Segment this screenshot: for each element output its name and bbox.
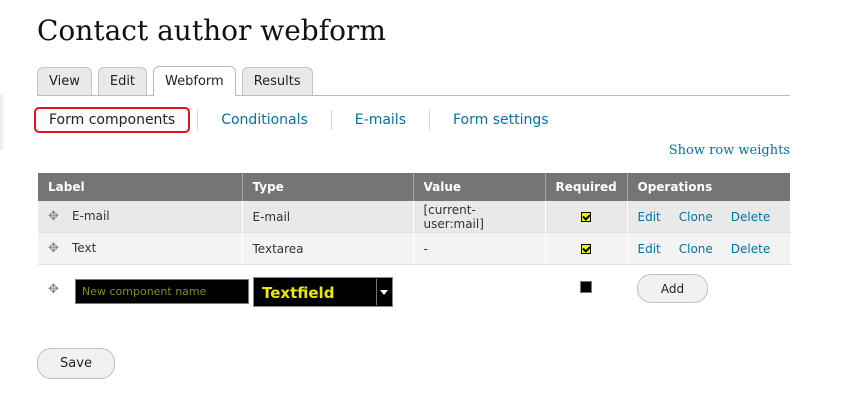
table-row: ✥ Text Textarea - Edit Clone Delete	[38, 232, 791, 265]
save-button[interactable]: Save	[37, 348, 115, 379]
label-cell: ✥ E-mail	[38, 201, 243, 233]
edit-link[interactable]: Edit	[638, 210, 661, 224]
new-component-name-input[interactable]: New component name	[75, 279, 249, 304]
component-value: -	[413, 232, 546, 265]
new-required-checkbox[interactable]	[580, 280, 592, 293]
tab-edit[interactable]: Edit	[97, 67, 148, 95]
required-checkbox[interactable]	[581, 244, 591, 254]
component-label: Text	[72, 241, 97, 255]
column-header-label: Label	[38, 173, 243, 201]
component-type: E-mail	[242, 201, 414, 233]
tab-results[interactable]: Results	[241, 67, 313, 95]
component-type: Textarea	[242, 232, 414, 265]
dropdown-button[interactable]	[376, 279, 391, 305]
delete-link[interactable]: Delete	[731, 242, 770, 256]
required-cell	[545, 201, 628, 233]
column-header-type: Type	[242, 173, 414, 201]
left-edge-divider	[0, 95, 3, 150]
column-header-value: Value	[413, 173, 546, 201]
required-cell	[545, 232, 628, 265]
subtab-emails[interactable]: E-mails	[332, 113, 429, 127]
column-header-operations: Operations	[627, 173, 790, 201]
drag-handle-icon[interactable]: ✥	[48, 209, 60, 224]
subtab-conditionals[interactable]: Conditionals	[198, 113, 331, 127]
table-header-row: Label Type Value Required Operations	[38, 173, 790, 201]
operations-cell: Edit Clone Delete	[627, 232, 791, 265]
tab-view[interactable]: View	[37, 67, 92, 95]
required-checkbox[interactable]	[581, 212, 591, 222]
add-button[interactable]: Add	[637, 274, 708, 303]
column-header-required: Required	[545, 173, 628, 201]
page-title: Contact author webform	[37, 14, 386, 47]
new-required-cell	[545, 264, 627, 329]
drag-handle-icon[interactable]: ✥	[48, 282, 59, 297]
subtab-form-components[interactable]: Form components	[34, 107, 191, 133]
delete-link[interactable]: Delete	[731, 210, 770, 224]
tab-webform[interactable]: Webform	[153, 66, 236, 96]
component-label: E-mail	[72, 209, 110, 223]
component-type-selected: Textfield	[262, 284, 335, 302]
drag-handle-icon[interactable]: ✥	[48, 241, 60, 256]
components-table: Label Type Value Required Operations ✥ E-…	[38, 173, 791, 329]
chevron-down-icon	[380, 290, 388, 295]
subtab-form-settings[interactable]: Form settings	[430, 113, 572, 127]
primary-tabs: View Edit Webform Results	[37, 63, 790, 96]
operations-cell: Edit Clone Delete	[627, 201, 791, 233]
component-type-select[interactable]: Textfield	[253, 277, 393, 307]
table-row: ✥ E-mail E-mail [current-user:mail] Edit C…	[38, 201, 791, 233]
clone-link[interactable]: Clone	[679, 210, 713, 224]
clone-link[interactable]: Clone	[679, 242, 713, 256]
secondary-tabs: Form components Conditionals E-mails For…	[34, 105, 572, 135]
component-value: [current-user:mail]	[413, 201, 546, 233]
label-cell: ✥ Text	[38, 232, 243, 265]
show-row-weights-link[interactable]: Show row weights	[669, 143, 790, 158]
edit-link[interactable]: Edit	[638, 242, 661, 256]
